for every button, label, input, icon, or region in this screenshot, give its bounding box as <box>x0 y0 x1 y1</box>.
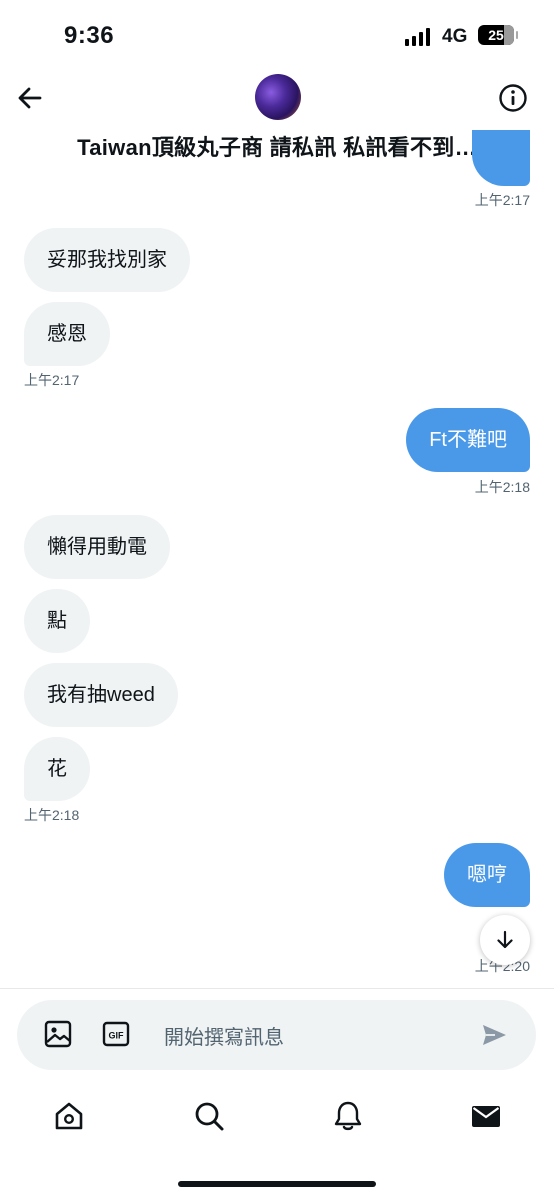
info-icon[interactable] <box>498 83 528 113</box>
message-timestamp: 上午2:17 <box>24 372 80 388</box>
scroll-to-bottom-button[interactable] <box>480 915 530 965</box>
message-input[interactable]: 開始撰寫訊息 <box>164 1021 284 1050</box>
svg-text:GIF: GIF <box>109 1031 125 1041</box>
message-bubble-outgoing[interactable]: 嗯哼 <box>444 843 530 907</box>
battery-icon: 25 <box>478 25 518 45</box>
message-timestamp: 上午2:18 <box>24 807 80 823</box>
battery-level: 25 <box>488 27 504 43</box>
gif-icon[interactable]: GIF <box>102 1020 130 1048</box>
message-bubble-outgoing[interactable] <box>472 130 530 186</box>
message-bubble-incoming[interactable]: 懶得用動電 <box>24 515 170 579</box>
home-icon[interactable] <box>53 1100 85 1132</box>
message-timestamp: 上午2:17 <box>474 192 530 208</box>
network-type: 4G <box>442 26 468 47</box>
notifications-icon[interactable] <box>332 1100 364 1132</box>
divider <box>0 988 554 989</box>
send-icon[interactable] <box>480 1021 508 1049</box>
message-bubble-incoming[interactable]: 花 <box>24 737 90 801</box>
home-indicator <box>178 1181 376 1187</box>
message-bubble-incoming[interactable]: 點 <box>24 589 90 653</box>
cellular-signal-icon <box>405 28 430 46</box>
message-bubble-incoming[interactable]: 我有抽weed <box>24 663 178 727</box>
search-icon[interactable] <box>193 1100 225 1132</box>
conversation-title[interactable]: Taiwan頂級丸子商 請私訊 私訊看不到… <box>0 130 554 162</box>
arrow-down-icon <box>497 930 513 949</box>
avatar[interactable] <box>255 74 301 120</box>
message-bubble-outgoing[interactable]: Ft不難吧 <box>406 408 530 472</box>
messages-icon[interactable] <box>470 1100 502 1132</box>
back-arrow-icon[interactable] <box>14 82 46 114</box>
image-icon[interactable] <box>44 1020 72 1048</box>
message-bubble-incoming[interactable]: 感恩 <box>24 302 110 366</box>
message-bubble-incoming[interactable]: 妥那我找別家 <box>24 228 190 292</box>
message-timestamp: 上午2:18 <box>474 479 530 495</box>
status-time: 9:36 <box>64 22 115 49</box>
